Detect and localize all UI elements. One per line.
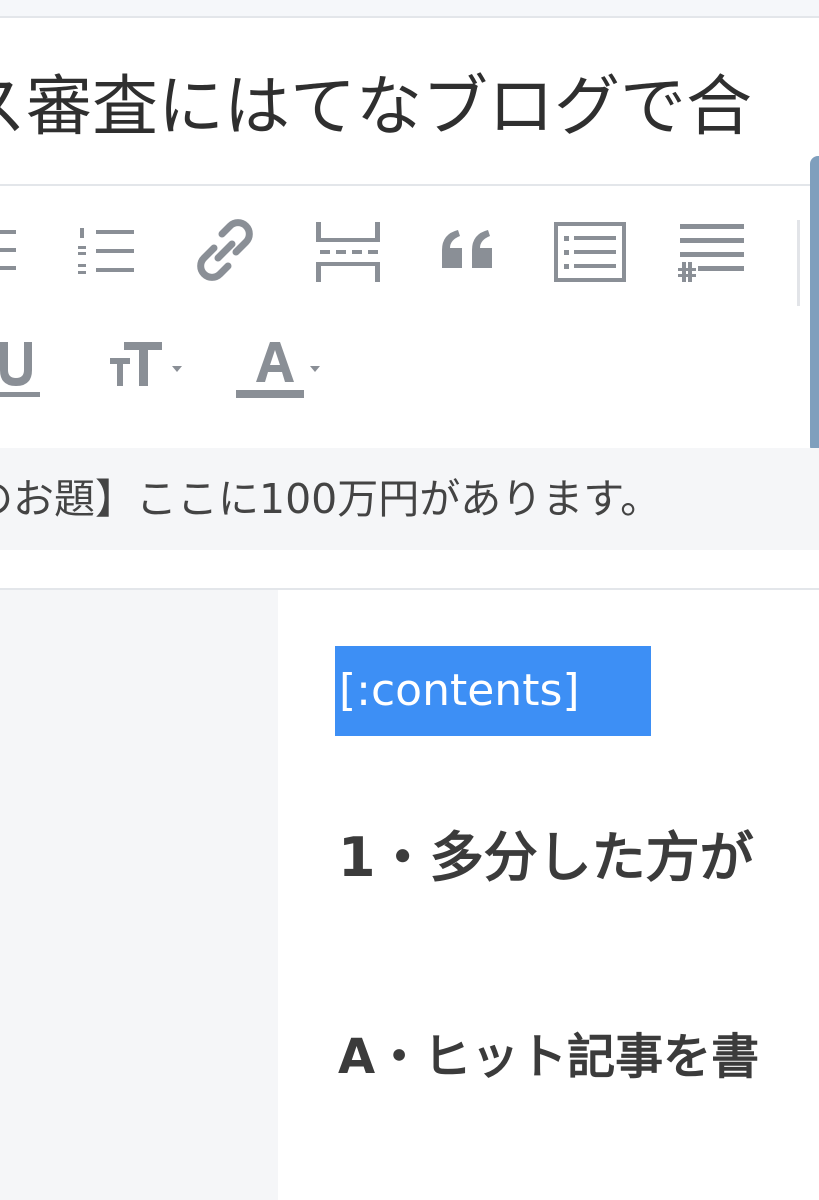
footnote-icon[interactable] (676, 216, 748, 286)
text-size-icon[interactable] (106, 328, 190, 400)
top-border (0, 0, 819, 18)
toolbar-separator (797, 220, 800, 306)
ordered-list-icon[interactable] (72, 216, 138, 286)
category-bar[interactable]: のお題】ここに100万円があります。 (0, 448, 819, 550)
title-text: ス審査にはてなブログで合 (0, 68, 752, 145)
scroll-handle[interactable] (810, 156, 819, 454)
editor-toolbar (0, 186, 819, 448)
heading-2[interactable]: A・ヒット記事を書 (338, 1028, 759, 1086)
list-icon[interactable] (0, 216, 40, 286)
underline-icon[interactable] (0, 328, 46, 400)
heading-1[interactable]: 1・多分した方が (338, 826, 754, 890)
title-field[interactable]: ス審査にはてなブログで合 (0, 18, 819, 186)
left-side-panel (0, 590, 278, 1200)
link-icon[interactable] (190, 214, 260, 286)
category-text: のお題】ここに100万円があります。 (0, 475, 662, 523)
table-of-contents-icon[interactable] (552, 216, 628, 286)
quote-icon[interactable] (436, 216, 502, 286)
text-color-icon[interactable] (232, 328, 328, 400)
selected-text[interactable]: [:contents] (335, 646, 651, 736)
section-divider (0, 550, 819, 590)
more-break-icon[interactable] (312, 216, 384, 286)
editor-body[interactable]: [:contents] 1・多分した方が A・ヒット記事を書 (278, 590, 819, 1200)
